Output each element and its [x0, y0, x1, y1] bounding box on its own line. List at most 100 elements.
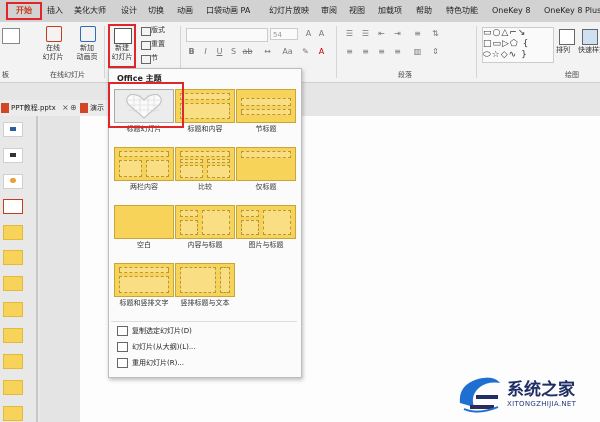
- layout-title-content[interactable]: [175, 89, 235, 123]
- numbering-icon[interactable]: ☰: [360, 28, 371, 39]
- slide-thumbnail[interactable]: [3, 328, 23, 343]
- menu-label: 重用幻灯片(R)...: [132, 359, 185, 367]
- thumbnail-scrollbar[interactable]: [36, 116, 38, 422]
- text-direction-icon[interactable]: ⇅: [430, 28, 441, 39]
- layout-title-only[interactable]: [236, 147, 296, 181]
- decrease-font-icon[interactable]: A: [316, 28, 327, 39]
- italic-icon[interactable]: I: [200, 46, 211, 57]
- layout-name: 空白: [137, 241, 151, 249]
- doc-tab-demo[interactable]: 演示: [90, 102, 104, 114]
- doc-tab-ppt[interactable]: PPT教程.pptx: [11, 102, 56, 114]
- pin-tab-icon[interactable]: ⊕: [70, 102, 77, 114]
- tab-insert[interactable]: 插入: [47, 4, 63, 18]
- align-center-icon[interactable]: ≡: [360, 46, 371, 57]
- align-text-icon[interactable]: ⇕: [430, 46, 441, 57]
- tab-addins[interactable]: 加载项: [378, 4, 402, 18]
- highlight-icon[interactable]: ✎: [300, 46, 311, 57]
- layout-section-header[interactable]: [236, 89, 296, 123]
- align-left-icon[interactable]: ≡: [344, 46, 355, 57]
- slides-from-outline-menu-item[interactable]: 幻灯片(从大纲)(L)...: [117, 341, 196, 353]
- tab-review[interactable]: 审阅: [321, 4, 337, 18]
- tab-beautify[interactable]: 美化大师: [74, 4, 106, 18]
- layout-name: 标题和内容: [187, 125, 223, 133]
- dropdown-title: Office 主题: [117, 74, 162, 83]
- layout-two-content[interactable]: [114, 147, 174, 181]
- layout-title-slide[interactable]: [114, 89, 174, 123]
- font-color-icon[interactable]: A: [316, 46, 327, 57]
- reset-button[interactable]: 重置: [151, 40, 165, 49]
- slide-thumbnail[interactable]: [3, 148, 23, 163]
- tab-animations[interactable]: 动画: [177, 4, 193, 18]
- columns-icon[interactable]: ▥: [412, 46, 423, 57]
- slide-thumbnail-selected[interactable]: [3, 199, 23, 214]
- strikethrough-icon[interactable]: ab: [242, 46, 253, 57]
- align-right-icon[interactable]: ≡: [376, 46, 387, 57]
- tab-design[interactable]: 设计: [121, 4, 137, 18]
- reuse-slides-menu-item[interactable]: 重用幻灯片(R)...: [117, 357, 184, 369]
- underline-icon[interactable]: U: [214, 46, 225, 57]
- decrease-indent-icon[interactable]: ⇤: [376, 28, 387, 39]
- layout-name: 节标题: [255, 125, 277, 133]
- tab-pocket-animation[interactable]: 口袋动画 PA: [206, 4, 250, 18]
- tab-transitions[interactable]: 切换: [148, 4, 164, 18]
- quick-styles-icon: [582, 29, 598, 45]
- heart-icon: [126, 94, 162, 119]
- outline-icon: [117, 342, 128, 352]
- slide-thumbnail[interactable]: [3, 276, 23, 291]
- layout-name: 标题幻灯片: [126, 125, 162, 133]
- arrange-button[interactable]: 排列: [556, 46, 570, 55]
- increase-font-icon[interactable]: A: [303, 28, 314, 39]
- slide-thumbnail[interactable]: [3, 354, 23, 369]
- layout-picture-caption[interactable]: [236, 205, 296, 239]
- slide-thumbnails: [0, 116, 40, 422]
- new-animation-button[interactable]: 新加 动画页: [70, 44, 104, 62]
- divider: [476, 26, 477, 78]
- shapes-gallery[interactable]: ▭○△⌐↘ □▭▷⬠ {⬭☆◇∿ }: [482, 27, 554, 63]
- pptx-file-icon: [80, 103, 88, 113]
- close-tab-icon[interactable]: ×: [62, 102, 69, 114]
- bullets-icon[interactable]: ☰: [344, 28, 355, 39]
- tab-home[interactable]: 开始: [16, 4, 32, 18]
- slide-thumbnail[interactable]: [3, 174, 23, 189]
- slide-thumbnail[interactable]: [3, 225, 23, 240]
- slide-thumbnail[interactable]: [3, 122, 23, 137]
- tab-help[interactable]: 帮助: [416, 4, 432, 18]
- layout-button[interactable]: 版式: [151, 26, 165, 35]
- font-name-box[interactable]: [186, 28, 268, 42]
- layout-name: 竖排标题与文本: [180, 299, 230, 307]
- font-size-box[interactable]: 54: [270, 28, 298, 40]
- duplicate-icon: [117, 326, 128, 336]
- slide-thumbnail[interactable]: [3, 302, 23, 317]
- tab-onekey8plus[interactable]: OneKey 8 Plus: [544, 4, 600, 18]
- change-case-icon[interactable]: Aa: [282, 46, 293, 57]
- tab-onekey8[interactable]: OneKey 8: [492, 4, 530, 18]
- layout-comparison[interactable]: [175, 147, 235, 181]
- layout-content-caption[interactable]: [175, 205, 235, 239]
- new-slide-button[interactable]: 新建 幻灯片: [106, 44, 138, 62]
- paste-icon[interactable]: [2, 28, 20, 44]
- tab-features[interactable]: 特色功能: [446, 4, 478, 18]
- section-icon: [141, 55, 151, 64]
- bold-icon[interactable]: B: [186, 46, 197, 57]
- divider: [104, 26, 105, 78]
- justify-icon[interactable]: ≡: [392, 46, 403, 57]
- quick-styles-button[interactable]: 快速样式: [578, 46, 600, 55]
- online-slides-button[interactable]: 在线 幻灯片: [36, 44, 70, 62]
- line-spacing-icon[interactable]: ≡: [412, 28, 423, 39]
- layout-name: 图片与标题: [248, 241, 284, 249]
- layout-vertical-title-text[interactable]: [175, 263, 235, 297]
- slide-thumbnail[interactable]: [3, 406, 23, 421]
- section-button[interactable]: 节: [151, 54, 158, 63]
- layout-title-vertical-text[interactable]: [114, 263, 174, 297]
- tab-view[interactable]: 视图: [349, 4, 365, 18]
- slide-thumbnail[interactable]: [3, 380, 23, 395]
- watermark-url: XITONGZHIJIA.NET: [507, 400, 577, 408]
- shadow-icon[interactable]: S: [228, 46, 239, 57]
- layout-blank[interactable]: [114, 205, 174, 239]
- increase-indent-icon[interactable]: ⇥: [392, 28, 403, 39]
- duplicate-slide-menu-item[interactable]: 复制选定幻灯片(D): [117, 325, 192, 337]
- slide-thumbnail[interactable]: [3, 250, 23, 265]
- menu-divider: [111, 321, 297, 322]
- tab-slideshow[interactable]: 幻灯片放映: [269, 4, 309, 18]
- char-spacing-icon[interactable]: ↔: [262, 46, 273, 57]
